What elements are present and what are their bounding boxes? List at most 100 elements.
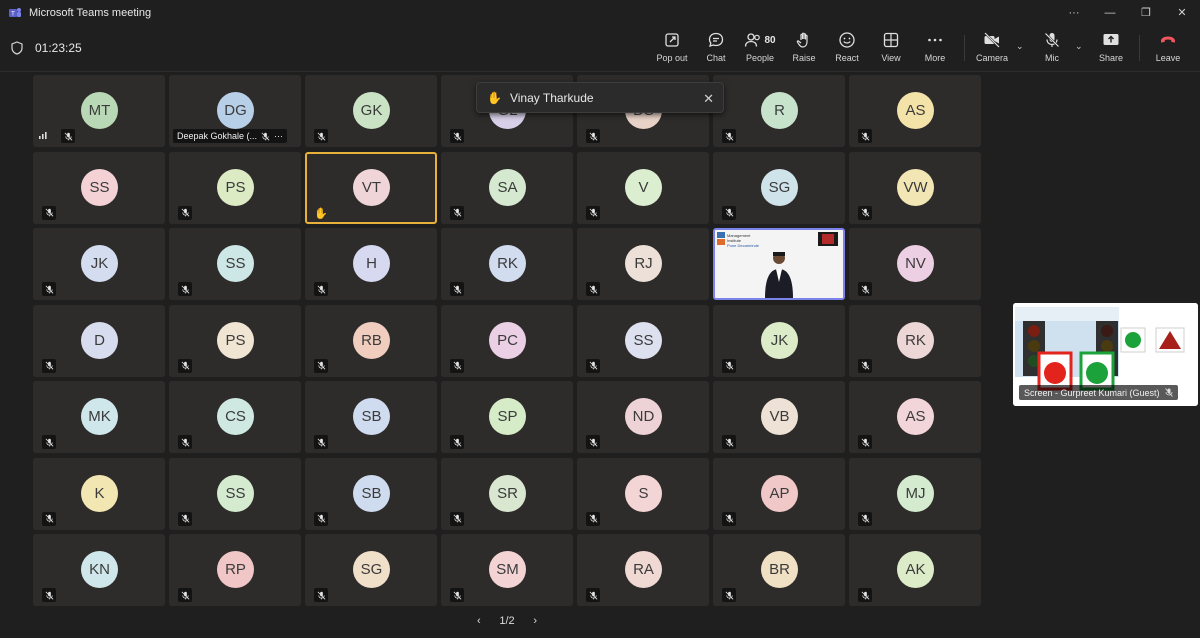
muted-mic-icon bbox=[858, 588, 872, 602]
participant-tile[interactable]: SP bbox=[441, 381, 573, 453]
share-screen-icon bbox=[1103, 34, 1119, 45]
participant-tile[interactable]: V bbox=[577, 151, 709, 224]
previous-page-chevron-icon[interactable]: ‹ bbox=[477, 615, 481, 627]
participant-tile[interactable]: RK bbox=[441, 228, 573, 300]
participant-tile[interactable]: SB bbox=[305, 457, 437, 530]
participant-avatar: H bbox=[353, 245, 390, 282]
participant-tile[interactable]: PC bbox=[441, 304, 573, 377]
participant-tile[interactable]: RJ bbox=[577, 228, 709, 300]
muted-mic-icon bbox=[586, 588, 600, 602]
share-button[interactable]: Share bbox=[1099, 31, 1123, 69]
close-button[interactable]: ✕ bbox=[1164, 0, 1200, 25]
window-more-icon[interactable]: ··· bbox=[1056, 0, 1092, 25]
people-button[interactable]: 80 People bbox=[742, 31, 778, 69]
react-label: React bbox=[835, 53, 859, 63]
participant-tile[interactable]: ND bbox=[577, 381, 709, 453]
chat-button[interactable]: Chat bbox=[704, 31, 728, 69]
participant-tile[interactable]: PS bbox=[169, 304, 301, 377]
mic-options-chevron-icon[interactable]: ⌄ bbox=[1075, 41, 1083, 52]
shared-screen[interactable]: Screen - Gurpreet Kumari (Guest) bbox=[1013, 303, 1198, 406]
leave-button[interactable]: Leave bbox=[1156, 31, 1180, 69]
participant-more-icon[interactable]: ··· bbox=[274, 131, 283, 141]
participant-tile[interactable]: AS bbox=[849, 75, 981, 147]
participant-avatar: AS bbox=[897, 92, 934, 129]
raise-hand-button[interactable]: Raise bbox=[792, 31, 816, 69]
participant-tile[interactable]: R bbox=[713, 75, 845, 147]
muted-mic-icon bbox=[42, 435, 56, 449]
participant-avatar: RB bbox=[353, 321, 390, 359]
muted-mic-icon bbox=[1164, 388, 1173, 397]
participant-tile[interactable]: SS bbox=[577, 304, 709, 377]
notification-close-icon[interactable]: ✕ bbox=[703, 91, 714, 107]
camera-button[interactable]: Camera bbox=[976, 31, 1008, 69]
participant-tile[interactable]: SR bbox=[441, 457, 573, 530]
participant-avatar: MJ bbox=[897, 474, 934, 512]
participant-tile[interactable]: SG bbox=[713, 151, 845, 224]
muted-mic-icon bbox=[450, 358, 464, 373]
participant-tile[interactable]: RK bbox=[849, 304, 981, 377]
next-page-chevron-icon[interactable]: › bbox=[533, 615, 537, 627]
participant-avatar: SR bbox=[489, 474, 526, 512]
participant-tile[interactable]: RP bbox=[169, 534, 301, 606]
participant-tile[interactable]: D bbox=[33, 304, 165, 377]
grid-view-icon bbox=[883, 32, 899, 48]
muted-mic-icon bbox=[314, 358, 328, 373]
participant-tile[interactable]: MT bbox=[33, 75, 165, 147]
muted-mic-icon bbox=[722, 511, 736, 526]
participant-tile[interactable]: BR bbox=[713, 534, 845, 606]
participant-tile[interactable]: MK bbox=[33, 381, 165, 453]
participant-tile[interactable]: JK bbox=[713, 304, 845, 377]
participant-tile[interactable]: VW bbox=[849, 151, 981, 224]
participant-tile[interactable]: SS bbox=[33, 151, 165, 224]
participant-tile[interactable]: KN bbox=[33, 534, 165, 606]
participant-tile[interactable]: SS bbox=[169, 457, 301, 530]
participant-tile[interactable]: SG bbox=[305, 534, 437, 606]
view-button[interactable]: View bbox=[879, 31, 903, 69]
participant-tile[interactable]: NV bbox=[849, 228, 981, 300]
more-button[interactable]: More bbox=[923, 31, 947, 69]
participant-avatar: SP bbox=[489, 398, 526, 435]
presenter-video-tile[interactable]: Management Institute Pune Decamrinde bbox=[713, 228, 845, 300]
camera-options-chevron-icon[interactable]: ⌄ bbox=[1016, 41, 1024, 52]
window-controls: ··· — ❐ ✕ bbox=[1056, 0, 1200, 25]
title-bar: T Microsoft Teams meeting ··· — ❐ ✕ bbox=[0, 0, 1200, 25]
react-button[interactable]: React bbox=[835, 31, 859, 69]
minimize-button[interactable]: — bbox=[1092, 0, 1128, 25]
participant-tile[interactable]: AS bbox=[849, 381, 981, 453]
mic-button[interactable]: Mic bbox=[1040, 31, 1064, 69]
participant-avatar: SB bbox=[353, 398, 390, 435]
participant-tile[interactable]: S bbox=[577, 457, 709, 530]
presenter-slide-text: Pune Decamrinde bbox=[727, 243, 760, 248]
participant-tile[interactable]: H bbox=[305, 228, 437, 300]
participant-tile[interactable]: SS bbox=[169, 228, 301, 300]
teams-logo-icon: T bbox=[8, 6, 22, 20]
participant-tile[interactable]: DG Deepak Gokhale (... ··· bbox=[169, 75, 301, 147]
participant-tile[interactable]: VB bbox=[713, 381, 845, 453]
chat-label: Chat bbox=[706, 53, 726, 63]
participant-tile[interactable]: JK bbox=[33, 228, 165, 300]
maximize-button[interactable]: ❐ bbox=[1128, 0, 1164, 25]
toolbar-separator bbox=[1139, 35, 1140, 61]
participant-avatar: SG bbox=[761, 168, 798, 206]
mic-label: Mic bbox=[1045, 53, 1059, 63]
participant-tile[interactable]: SM bbox=[441, 534, 573, 606]
participant-tile[interactable]: AP bbox=[713, 457, 845, 530]
participant-tile[interactable]: CS bbox=[169, 381, 301, 453]
participant-tile[interactable]: VT ✋ bbox=[305, 151, 437, 224]
participant-tile[interactable]: RA bbox=[577, 534, 709, 606]
participant-tile[interactable]: SB bbox=[305, 381, 437, 453]
participant-tile[interactable]: AK bbox=[849, 534, 981, 606]
participant-tile[interactable]: RB bbox=[305, 304, 437, 377]
participant-avatar: PS bbox=[217, 321, 254, 359]
participant-tile[interactable]: MJ bbox=[849, 457, 981, 530]
notification-name: Vinay Tharkude bbox=[509, 90, 594, 105]
participant-tile[interactable]: SA bbox=[441, 151, 573, 224]
participant-tile[interactable]: K bbox=[33, 457, 165, 530]
participant-name-bar: Deepak Gokhale (... ··· bbox=[173, 129, 288, 143]
muted-mic-icon bbox=[586, 435, 600, 449]
participant-tile[interactable]: GK bbox=[305, 75, 437, 147]
participant-tile[interactable]: PS bbox=[169, 151, 301, 224]
pop-out-button[interactable]: Pop out bbox=[655, 31, 689, 69]
page-indicator: 1/2 bbox=[499, 615, 515, 627]
muted-mic-icon bbox=[61, 129, 75, 143]
